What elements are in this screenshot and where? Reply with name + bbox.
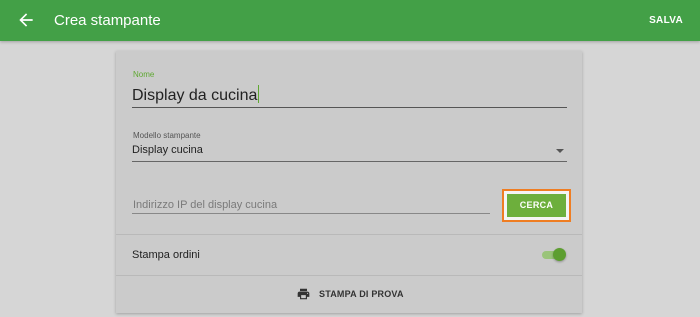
ip-address-input[interactable] [132, 197, 490, 214]
text-cursor [258, 85, 260, 103]
name-field-label: Nome [133, 70, 155, 79]
toggle-thumb [553, 248, 566, 261]
printer-model-value: Display cucina [132, 144, 203, 156]
save-button[interactable]: SALVA [649, 14, 683, 27]
divider [116, 234, 582, 235]
printer-model-label: Modello stampante [133, 131, 201, 140]
printer-model-select[interactable]: Display cucina [132, 143, 567, 161]
dropdown-arrow-icon[interactable] [556, 149, 564, 153]
test-print-label: STAMPA DI PROVA [319, 289, 404, 299]
printer-icon [297, 288, 310, 300]
arrow-left-icon[interactable] [16, 10, 36, 30]
name-field[interactable]: Display da cucina [132, 85, 260, 106]
print-orders-toggle[interactable] [542, 248, 566, 262]
search-button[interactable]: CERCA [507, 194, 566, 217]
page-title: Crea stampante [54, 12, 161, 29]
printer-form-card: Nome Display da cucina Modello stampante… [116, 51, 582, 313]
print-orders-label: Stampa ordini [132, 249, 200, 261]
name-field-underline [132, 107, 567, 108]
name-field-value: Display da cucina [132, 87, 258, 104]
test-print-button[interactable]: STAMPA DI PROVA [116, 275, 582, 313]
app-bar: Crea stampante SALVA [0, 0, 700, 41]
printer-model-underline [132, 161, 567, 162]
